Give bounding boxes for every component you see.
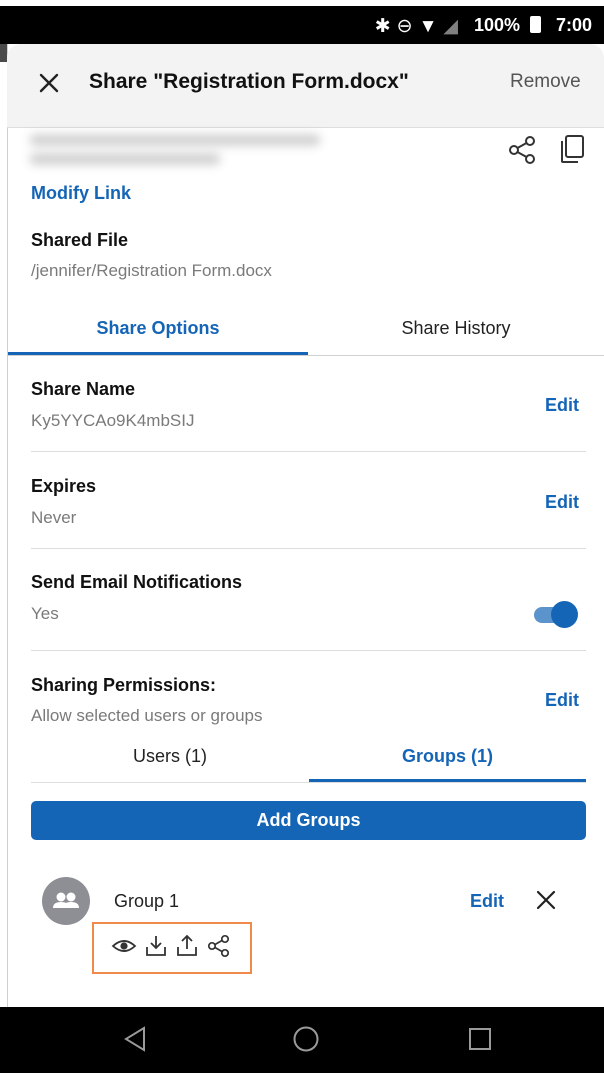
expires-label: Expires	[31, 476, 97, 496]
tabs-divider	[8, 355, 604, 356]
page-title: Share "Registration Form.docx"	[89, 70, 409, 93]
upload-icon[interactable]	[174, 933, 200, 959]
wifi-icon: ▼	[418, 16, 444, 37]
tab-groups[interactable]: Groups (1)	[309, 746, 586, 767]
edit-share-name-button[interactable]: Edit	[545, 395, 579, 416]
share-icon	[509, 136, 535, 164]
recents-icon[interactable]	[468, 1027, 492, 1051]
active-tab-indicator	[8, 352, 308, 355]
copy-link-button[interactable]	[557, 133, 587, 165]
do-not-disturb-icon: ⊖	[396, 16, 419, 37]
back-icon[interactable]	[122, 1025, 148, 1053]
divider	[31, 650, 586, 651]
battery-percentage: 100%	[474, 15, 521, 35]
signal-icon: ◢	[443, 16, 464, 37]
status-icons: ✱⊖▼◢	[375, 15, 464, 38]
share-link-url	[30, 126, 342, 172]
close-icon	[536, 890, 556, 910]
toggle-knob	[551, 601, 578, 628]
expires-value: Never	[31, 508, 77, 527]
edit-group-button[interactable]: Edit	[470, 891, 504, 912]
status-time: 7:00	[556, 15, 593, 35]
notifications-label: Send Email Notifications	[31, 572, 243, 592]
subtabs-divider	[31, 782, 586, 783]
divider	[31, 451, 586, 452]
remove-group-button[interactable]	[532, 885, 560, 915]
share-link-button[interactable]	[506, 134, 538, 166]
tab-users[interactable]: Users (1)	[31, 746, 309, 767]
sharing-permissions-value: Allow selected users or groups	[31, 706, 263, 725]
group-permissions	[92, 922, 252, 974]
add-groups-button[interactable]: Add Groups	[31, 801, 586, 840]
group-name: Group 1	[114, 891, 180, 911]
modify-link-button[interactable]: Modify Link	[31, 183, 131, 204]
share-name-label: Share Name	[31, 379, 136, 399]
sharing-permissions-label: Sharing Permissions:	[31, 675, 217, 695]
bluetooth-icon: ✱	[374, 16, 397, 37]
edit-expires-button[interactable]: Edit	[545, 492, 579, 513]
group-icon	[53, 892, 79, 908]
view-icon[interactable]	[111, 933, 137, 959]
remove-button[interactable]: Remove	[510, 71, 581, 93]
shared-file-label: Shared File	[31, 230, 129, 250]
avatar	[42, 877, 90, 925]
share-icon[interactable]	[206, 933, 232, 959]
edit-permissions-button[interactable]: Edit	[545, 690, 579, 711]
shared-file-path: /jennifer/Registration Form.docx	[31, 261, 272, 280]
notifications-value: Yes	[31, 604, 59, 623]
close-icon	[39, 73, 59, 93]
divider	[31, 548, 586, 549]
system-nav-bar	[0, 1007, 604, 1073]
tab-share-history[interactable]: Share History	[308, 318, 604, 339]
home-icon[interactable]	[292, 1025, 320, 1053]
download-icon[interactable]	[143, 933, 169, 959]
status-bar: ✱⊖▼◢ 100% 7:00	[0, 6, 604, 44]
share-name-value: Ky5YYCAo9K4mbSIJ	[31, 411, 195, 430]
battery-icon	[530, 16, 541, 33]
active-subtab-indicator	[309, 779, 586, 782]
notifications-toggle[interactable]	[532, 600, 579, 628]
tab-share-options[interactable]: Share Options	[8, 318, 308, 339]
copy-icon	[561, 135, 584, 163]
close-button[interactable]	[34, 66, 64, 100]
